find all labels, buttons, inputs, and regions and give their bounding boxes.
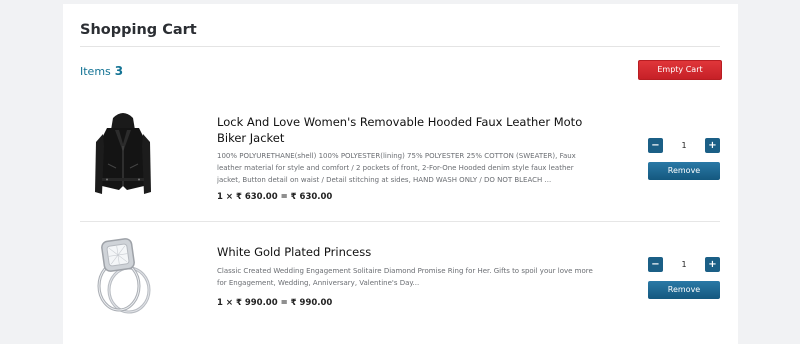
cart-item: White Gold Plated Princess Classic Creat… xyxy=(63,222,738,334)
product-description: Classic Created Wedding Engagement Solit… xyxy=(217,267,593,287)
items-summary: Items 3 xyxy=(80,64,123,78)
items-count: 3 xyxy=(114,64,124,78)
increase-quantity-button[interactable]: + xyxy=(705,257,720,272)
remove-button[interactable]: Remove xyxy=(648,162,720,180)
product-title[interactable]: Lock And Love Women's Removable Hooded F… xyxy=(217,114,597,146)
quantity-stepper: − 1 + xyxy=(648,257,720,272)
decrease-quantity-button[interactable]: − xyxy=(648,138,663,153)
price-line: 1 × ₹ 630.00 = ₹ 630.00 xyxy=(217,192,333,202)
quantity-stepper: − 1 + xyxy=(648,138,720,153)
cart-item: Lock And Love Women's Removable Hooded F… xyxy=(63,92,738,222)
product-image[interactable] xyxy=(83,106,163,206)
title-divider xyxy=(80,46,720,47)
quantity-value[interactable]: 1 xyxy=(663,138,705,153)
page-title: Shopping Cart xyxy=(80,22,197,38)
items-label: Items xyxy=(80,65,111,78)
empty-cart-button[interactable]: Empty Cart xyxy=(638,60,722,80)
product-description: 100% POLYURETHANE(shell) 100% POLYESTER(… xyxy=(217,152,576,184)
decrease-quantity-button[interactable]: − xyxy=(648,257,663,272)
remove-button[interactable]: Remove xyxy=(648,281,720,299)
quantity-value[interactable]: 1 xyxy=(663,257,705,272)
increase-quantity-button[interactable]: + xyxy=(705,138,720,153)
product-title[interactable]: White Gold Plated Princess xyxy=(217,244,597,260)
price-line: 1 × ₹ 990.00 = ₹ 990.00 xyxy=(217,298,333,308)
cart-card: Shopping Cart Items 3 Empty Cart Lock An… xyxy=(63,4,738,344)
product-image[interactable] xyxy=(83,232,163,322)
